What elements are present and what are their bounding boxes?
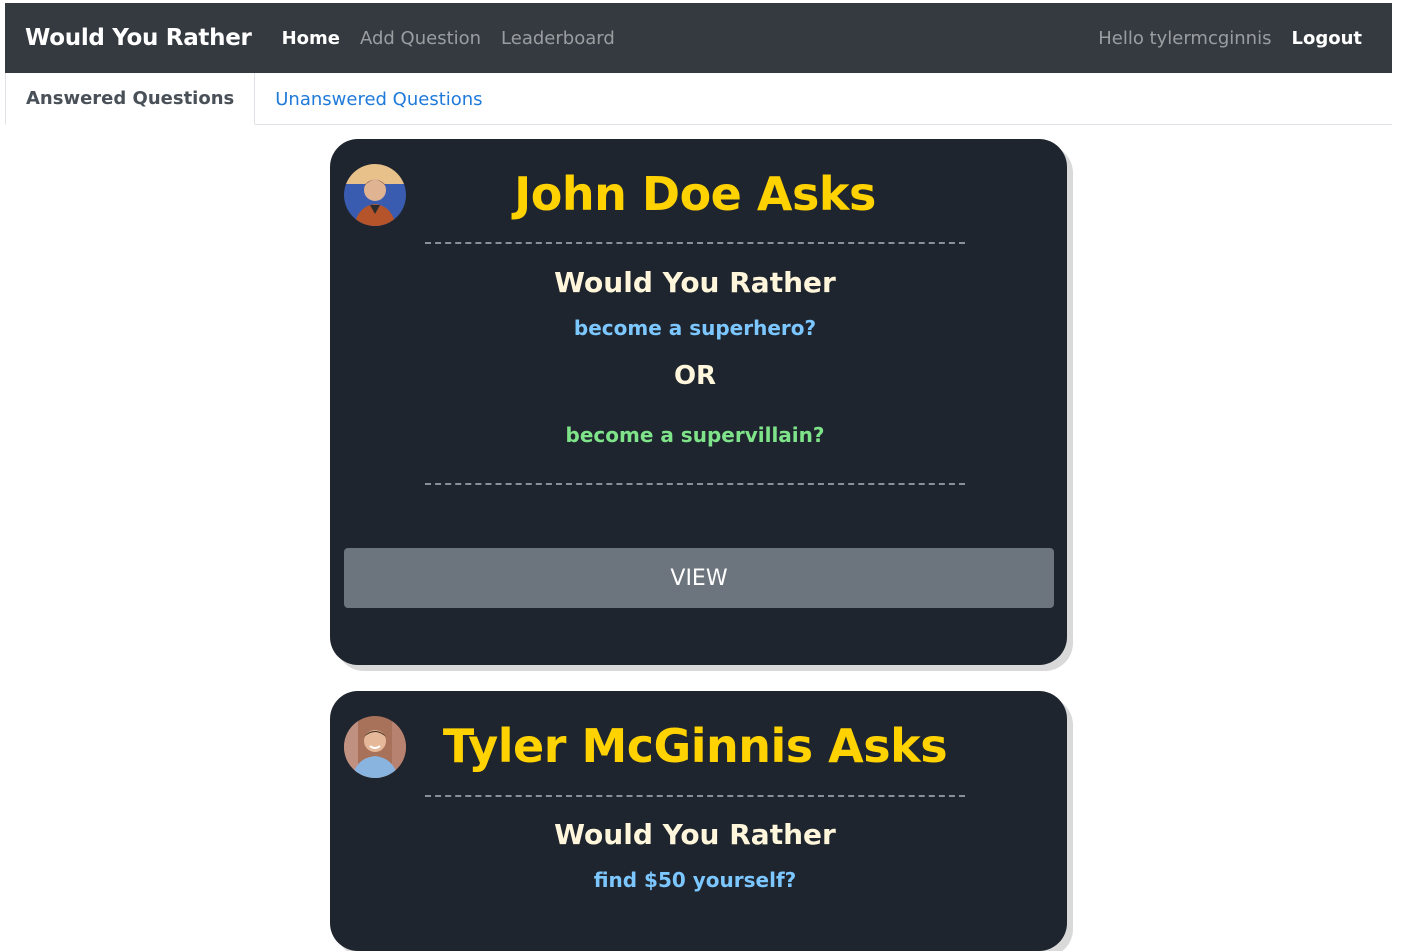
option-one-text: become a superhero? xyxy=(573,316,817,340)
avatar-tyler-mcginnis-icon xyxy=(344,716,406,778)
or-separator: OR xyxy=(673,361,717,391)
question-card: Tyler McGinnis Asks Would You Rather fin… xyxy=(330,691,1067,951)
divider xyxy=(425,795,965,797)
nav-user-area: Hello tylermcginnis Logout xyxy=(1098,28,1372,49)
divider xyxy=(425,483,965,485)
avatar-john-doe-icon xyxy=(344,164,406,226)
top-navbar: Would You Rather Home Add Question Leade… xyxy=(5,3,1392,73)
option-two-text: become a supervillain? xyxy=(565,423,825,447)
brand-title[interactable]: Would You Rather xyxy=(25,25,252,51)
question-author-title: John Doe Asks xyxy=(514,167,876,221)
author-avatar xyxy=(344,164,406,226)
question-author-title: Tyler McGinnis Asks xyxy=(442,719,948,773)
question-tabs: Answered Questions Unanswered Questions xyxy=(5,73,1392,125)
logout-link[interactable]: Logout xyxy=(1291,28,1362,49)
nav-leaderboard[interactable]: Leaderboard xyxy=(501,28,615,49)
would-you-rather-heading: Would You Rather xyxy=(554,266,836,299)
user-greeting: Hello tylermcginnis xyxy=(1098,27,1272,49)
question-card: John Doe Asks Would You Rather become a … xyxy=(330,139,1067,665)
author-avatar xyxy=(344,716,406,778)
nav-home[interactable]: Home xyxy=(282,28,340,49)
would-you-rather-heading: Would You Rather xyxy=(554,818,836,851)
option-one-text: find $50 yourself? xyxy=(593,868,797,892)
divider xyxy=(425,242,965,244)
nav-add-question[interactable]: Add Question xyxy=(360,28,481,49)
view-button[interactable]: VIEW xyxy=(344,548,1054,608)
tab-unanswered-questions[interactable]: Unanswered Questions xyxy=(255,73,502,125)
tab-answered-questions[interactable]: Answered Questions xyxy=(5,73,256,125)
